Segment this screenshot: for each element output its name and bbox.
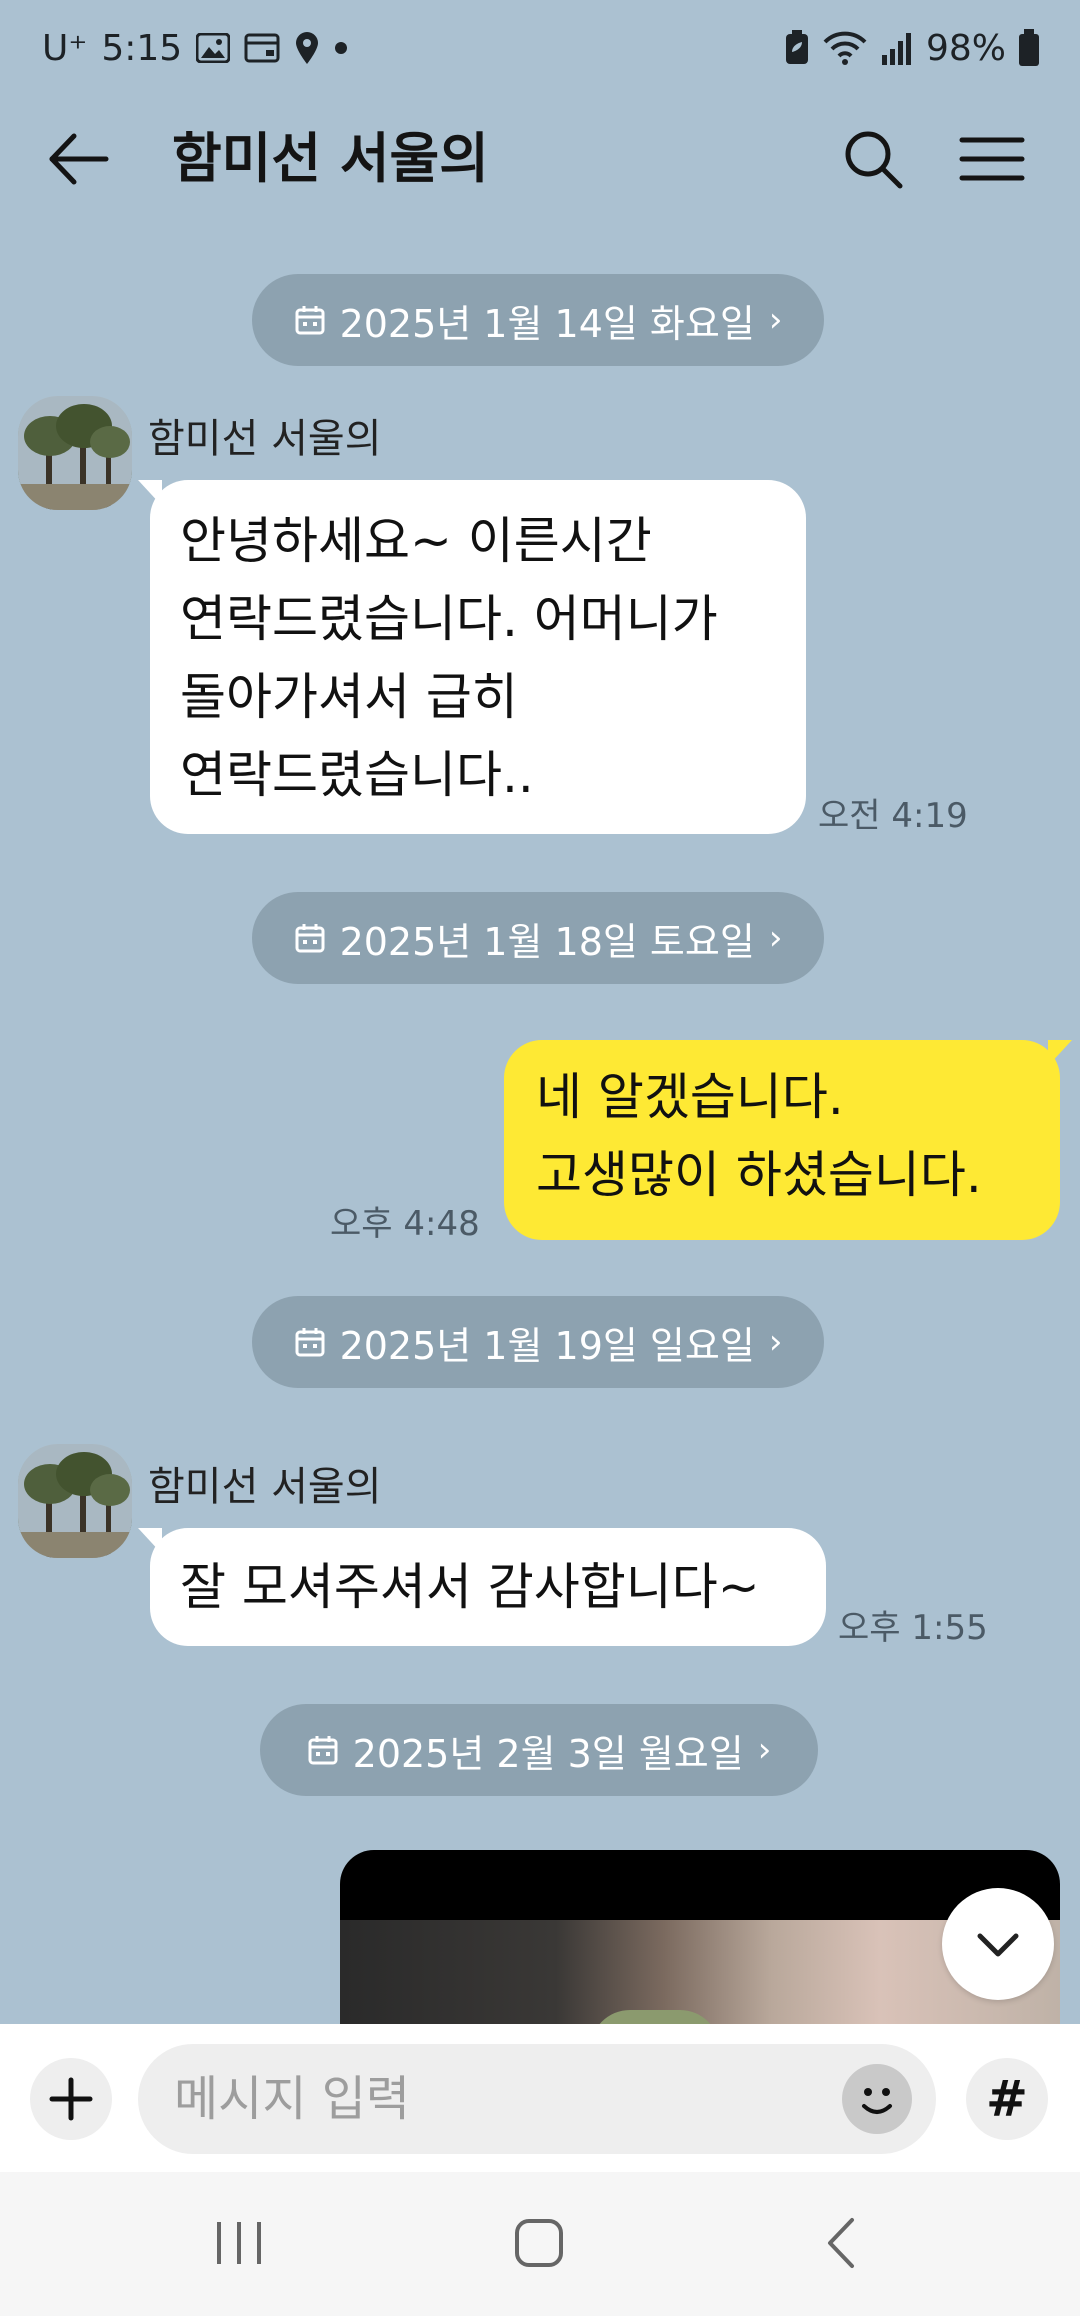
message-line: 돌아가셔서 급히 xyxy=(180,668,518,726)
date-label: 2025년 2월 3일 월요일 xyxy=(352,1731,744,1776)
clock: 5:15 xyxy=(101,27,183,69)
home-icon xyxy=(515,2219,563,2267)
message-timestamp: 오후 4:48 xyxy=(330,1204,480,1244)
calendar-icon xyxy=(308,1736,338,1765)
calendar-icon xyxy=(295,924,325,953)
date-label: 2025년 1월 19일 일요일 xyxy=(339,1323,755,1368)
chevron-right-icon: › xyxy=(768,300,783,340)
page-title: 함미선 서울의 xyxy=(172,127,489,190)
back-button[interactable] xyxy=(44,124,124,194)
system-back-button[interactable] xyxy=(808,2208,878,2278)
search-icon xyxy=(845,131,903,189)
sender-name: 함미선 서울의 xyxy=(148,416,382,462)
signal-icon xyxy=(881,33,911,65)
status-bar: U⁺ 5:15 98% xyxy=(0,0,1080,96)
incoming-message-bubble[interactable]: 안녕하세요~ 이른시간 연락드렸습니다. 어머니가 돌아가셔서 급히 연락드렸습… xyxy=(138,480,806,834)
arrow-left-icon xyxy=(49,133,109,185)
date-label: 2025년 1월 18일 토요일 xyxy=(339,919,755,964)
recent-apps-icon xyxy=(217,2222,261,2264)
calendar-icon xyxy=(295,306,325,335)
emoji-button[interactable] xyxy=(842,2064,912,2134)
battery-icon xyxy=(1019,29,1039,66)
message-line: 고생많이 하셨습니다. xyxy=(536,1146,982,1204)
date-label: 2025년 1월 14일 화요일 xyxy=(339,301,755,346)
plus-icon xyxy=(49,2077,93,2121)
recent-apps-button[interactable] xyxy=(204,2208,274,2278)
chat-header: 함미선 서울의 xyxy=(0,96,1080,222)
hamburger-menu-icon xyxy=(959,137,1025,181)
message-line: 안녕하세요~ 이른시간 xyxy=(180,512,652,570)
wifi-icon xyxy=(823,31,867,65)
attach-button[interactable] xyxy=(30,2058,112,2140)
message-line: 잘 모셔주셔서 감사합니다~ xyxy=(180,1558,760,1616)
message-input-bar: 메시지 입력 # xyxy=(0,2024,1080,2172)
hashtag-search-button[interactable]: # xyxy=(966,2058,1048,2140)
tree-photo-icon xyxy=(18,396,132,510)
location-icon xyxy=(296,32,319,64)
chevron-right-icon: › xyxy=(768,918,783,958)
gallery-icon xyxy=(196,33,231,63)
date-divider[interactable]: 2025년 1월 18일 토요일 › xyxy=(252,892,824,984)
message-input[interactable]: 메시지 입력 xyxy=(138,2044,936,2154)
carrier-label: U⁺ xyxy=(42,27,88,69)
chevron-right-icon: › xyxy=(757,1730,772,1770)
incoming-message-bubble[interactable]: 잘 모셔주셔서 감사합니다~ xyxy=(138,1528,826,1646)
battery-percent: 98% xyxy=(925,27,1006,69)
system-nav-bar xyxy=(0,2172,1080,2316)
home-button[interactable] xyxy=(504,2208,574,2278)
battery-saver-icon xyxy=(785,30,808,64)
smiley-icon xyxy=(862,2088,892,2114)
avatar[interactable] xyxy=(18,1444,132,1558)
message-timestamp: 오전 4:19 xyxy=(818,796,968,836)
search-button[interactable] xyxy=(838,124,908,194)
sender-name: 함미선 서울의 xyxy=(148,1464,382,1510)
chevron-left-icon xyxy=(828,2218,854,2268)
avatar[interactable] xyxy=(18,396,132,510)
scroll-to-bottom-button[interactable] xyxy=(942,1888,1054,2000)
date-divider[interactable]: 2025년 2월 3일 월요일 › xyxy=(260,1704,818,1796)
message-timestamp: 오후 1:55 xyxy=(838,1608,988,1648)
message-line: 네 알겠습니다. xyxy=(536,1068,844,1126)
notification-dot-icon xyxy=(335,42,348,54)
calendar-icon xyxy=(295,1328,325,1357)
tree-photo-icon xyxy=(18,1444,132,1558)
chevron-down-icon xyxy=(977,1933,1019,1957)
message-line: 연락드렸습니다.. xyxy=(180,746,534,804)
date-divider[interactable]: 2025년 1월 14일 화요일 › xyxy=(252,274,824,366)
outgoing-message-bubble[interactable]: 네 알겠습니다. 고생많이 하셨습니다. xyxy=(504,1040,1072,1240)
card-icon xyxy=(244,33,280,63)
message-line: 연락드렸습니다. 어머니가 xyxy=(180,590,718,648)
menu-button[interactable] xyxy=(956,124,1028,194)
chevron-right-icon: › xyxy=(768,1322,783,1362)
date-divider[interactable]: 2025년 1월 19일 일요일 › xyxy=(252,1296,824,1388)
message-input-placeholder: 메시지 입력 xyxy=(174,2071,411,2127)
